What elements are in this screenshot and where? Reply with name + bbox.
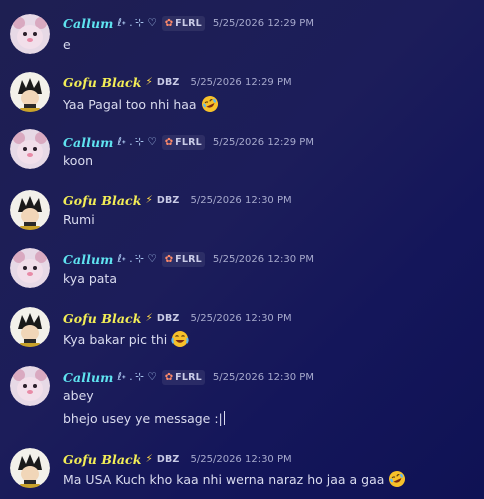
clan-tag[interactable]: DBZ <box>154 311 183 326</box>
avatar[interactable] <box>10 14 50 54</box>
clan-tag-label: FLRL <box>175 17 202 29</box>
message-header: Gofu Black ⚡ DBZ 5/25/2026 12:29 PM <box>63 73 292 91</box>
timestamp: 5/25/2026 12:29 PM <box>212 17 314 29</box>
clan-tag[interactable]: ✿ FLRL <box>161 15 205 31</box>
message-header: Gofu Black ⚡ DBZ 5/25/2026 12:30 PM <box>63 309 292 327</box>
joy-emoji <box>171 330 189 351</box>
avatar[interactable] <box>10 190 50 230</box>
clan-tag-label: DBZ <box>156 312 180 324</box>
timestamp: 5/25/2026 12:30 PM <box>212 371 314 383</box>
username[interactable]: Gofu Black <box>63 452 142 467</box>
clan-tag-label: FLRL <box>175 136 202 148</box>
message-text-content: Kya bakar pic thi <box>63 332 168 347</box>
message-text: Ma USA Kuch kho kaa nhi werna naraz ho j… <box>63 470 406 491</box>
text-cursor <box>223 411 225 425</box>
timestamp: 5/25/2026 12:29 PM <box>212 136 314 148</box>
fire-icon: ✿ <box>164 371 174 383</box>
message-header: Callum ℓ˖ . ݁⊹ ♡ ✿ FLRL 5/25/2026 12:29 … <box>63 14 314 32</box>
username[interactable]: Callum <box>63 16 113 31</box>
chat-messages: Callum ℓ˖ . ݁⊹ ♡ ✿ FLRL 5/25/2026 12:29 … <box>0 0 484 499</box>
clan-tag-label: FLRL <box>175 253 202 265</box>
message-header: Gofu Black ⚡ DBZ 5/25/2026 12:30 PM <box>63 450 292 468</box>
rofl-emoji <box>388 470 406 491</box>
username[interactable]: Callum <box>63 252 113 267</box>
message-header: Callum ℓ˖ . ݁⊹ ♡ ✿ FLRL 5/25/2026 12:29 … <box>63 133 314 151</box>
avatar[interactable] <box>10 307 50 347</box>
username[interactable]: Callum <box>63 370 113 385</box>
message-text: Kya bakar pic thi <box>63 330 189 351</box>
timestamp: 5/25/2026 12:29 PM <box>190 76 292 88</box>
avatar[interactable] <box>10 72 50 112</box>
clan-tag[interactable]: ✿ FLRL <box>161 369 205 385</box>
message-text-content: bhejo usey ye message :| <box>63 411 223 426</box>
timestamp: 5/25/2026 12:30 PM <box>190 312 292 324</box>
username[interactable]: Callum <box>63 135 113 150</box>
message-text: Rumi <box>63 212 95 227</box>
username-decoration: ℓ˖ . ݁⊹ ♡ <box>117 370 157 383</box>
message-header: Callum ℓ˖ . ݁⊹ ♡ ✿ FLRL 5/25/2026 12:30 … <box>63 250 314 268</box>
message-text: abey <box>63 388 94 403</box>
fire-icon: ✿ <box>164 253 174 265</box>
lightning-icon: ⚡ <box>145 312 153 324</box>
message-text-content: Yaa Pagal too nhi haa <box>63 97 197 112</box>
clan-tag-label: DBZ <box>156 453 180 465</box>
message-text: bhejo usey ye message :| <box>63 411 225 426</box>
username-decoration: ℓ˖ . ݁⊹ ♡ <box>117 135 157 148</box>
avatar[interactable] <box>10 448 50 488</box>
clan-tag-label: DBZ <box>156 76 180 88</box>
clan-tag[interactable]: ✿ FLRL <box>161 134 205 150</box>
avatar[interactable] <box>10 366 50 406</box>
lightning-icon: ⚡ <box>145 194 153 206</box>
username-decoration: ℓ˖ . ݁⊹ ♡ <box>117 16 157 29</box>
lightning-icon: ⚡ <box>145 76 153 88</box>
clan-tag[interactable]: ✿ FLRL <box>161 251 205 267</box>
message-text: Yaa Pagal too nhi haa <box>63 95 219 116</box>
rofl-emoji <box>201 95 219 116</box>
message-text: koon <box>63 153 94 168</box>
avatar[interactable] <box>10 129 50 169</box>
message-text: kya pata <box>63 271 117 286</box>
username-decoration: ℓ˖ . ݁⊹ ♡ <box>117 252 157 265</box>
message-text-content: Ma USA Kuch kho kaa nhi werna naraz ho j… <box>63 472 385 487</box>
timestamp: 5/25/2026 12:30 PM <box>190 453 292 465</box>
avatar[interactable] <box>10 248 50 288</box>
username[interactable]: Gofu Black <box>63 311 142 326</box>
username[interactable]: Gofu Black <box>63 75 142 90</box>
message-text: e <box>63 37 71 52</box>
clan-tag-label: DBZ <box>156 194 180 206</box>
clan-tag[interactable]: DBZ <box>154 75 183 90</box>
message-header: Gofu Black ⚡ DBZ 5/25/2026 12:30 PM <box>63 191 292 209</box>
fire-icon: ✿ <box>164 136 174 148</box>
lightning-icon: ⚡ <box>145 453 153 465</box>
clan-tag-label: FLRL <box>175 371 202 383</box>
timestamp: 5/25/2026 12:30 PM <box>190 194 292 206</box>
clan-tag[interactable]: DBZ <box>154 452 183 467</box>
clan-tag[interactable]: DBZ <box>154 193 183 208</box>
fire-icon: ✿ <box>164 17 174 29</box>
message-header: Callum ℓ˖ . ݁⊹ ♡ ✿ FLRL 5/25/2026 12:30 … <box>63 368 314 386</box>
username[interactable]: Gofu Black <box>63 193 142 208</box>
timestamp: 5/25/2026 12:30 PM <box>212 253 314 265</box>
